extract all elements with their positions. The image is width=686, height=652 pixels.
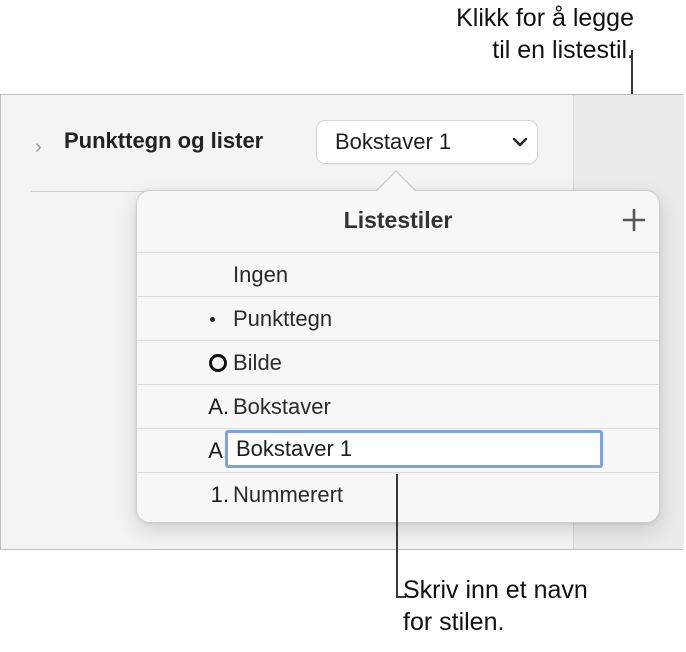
callout-name-style: Skriv inn et navn for stilen. (403, 574, 588, 638)
chevron-down-icon (503, 137, 537, 147)
chevron-right-icon[interactable]: › (35, 136, 42, 159)
list-styles-list: Ingen Punkttegn Bilde A. Bokstaver A. 1.… (137, 252, 659, 516)
style-name-input[interactable] (225, 430, 603, 468)
callout-add-style: Klikk for å legge til en listestil. (456, 2, 634, 66)
list-item-marker (193, 341, 229, 385)
section-title: Punkttegn og lister (64, 128, 264, 153)
list-style-popup-value: Bokstaver 1 (335, 129, 452, 154)
list-item-label: Bokstaver (233, 394, 331, 419)
callout-add-style-line-1: Klikk for å legge (456, 4, 634, 32)
popover-title: Listestiler (343, 207, 453, 233)
list-item-numbered[interactable]: 1. Nummerert (137, 472, 659, 516)
list-item-marker (193, 297, 229, 341)
callout-name-style-line-2: for stilen. (403, 608, 505, 636)
list-item-label: Ingen (233, 262, 289, 287)
list-item-marker (193, 253, 229, 297)
add-list-style-button[interactable] (619, 205, 649, 235)
list-item-marker: A. (208, 394, 229, 419)
list-item-label: Nummerert (233, 482, 344, 507)
list-item-marker: A. (208, 438, 229, 463)
list-styles-popover: Listestiler Ingen Punkttegn Bilde A. Bok… (136, 190, 660, 523)
image-ring-icon (209, 354, 227, 372)
callout-leader-line-bottom (396, 474, 398, 598)
bullets-lists-section: › Punkttegn og lister Bokstaver 1 (1, 95, 573, 191)
list-item-letters-1[interactable]: A. (137, 428, 659, 472)
list-item-bullet[interactable]: Punkttegn (137, 296, 659, 340)
list-item-image[interactable]: Bilde (137, 340, 659, 384)
list-item-marker: 1. (210, 482, 229, 507)
popover-arrow (375, 172, 417, 193)
callout-name-style-line-1: Skriv inn et navn (403, 576, 588, 604)
list-item-label: Bilde (233, 350, 282, 375)
callout-add-style-line-2: til en listestil. (492, 36, 634, 64)
plus-icon (622, 208, 646, 232)
list-style-popup-button[interactable]: Bokstaver 1 (317, 121, 537, 163)
list-item-label: Punkttegn (233, 306, 333, 331)
bullet-dot-icon (210, 316, 215, 322)
list-item-none[interactable]: Ingen (137, 252, 659, 296)
list-item-letters[interactable]: A. Bokstaver (137, 384, 659, 428)
